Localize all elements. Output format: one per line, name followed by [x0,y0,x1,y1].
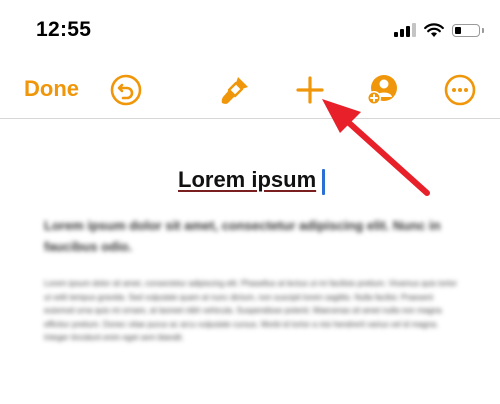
wifi-icon [424,22,444,37]
document-paragraph-2[interactable]: Lorem ipsum dolor sit amet, consectetur … [44,277,464,345]
battery-icon [452,23,484,37]
status-icons [394,20,484,40]
format-brush-icon [221,77,248,104]
format-button[interactable] [217,72,253,108]
more-button[interactable] [442,72,478,108]
collaborate-button[interactable] [364,72,400,108]
text-cursor [322,169,325,195]
document-paragraph-1[interactable]: Lorem ipsum dolor sit amet, consectetur … [44,215,464,257]
collaborate-icon [367,75,397,105]
document-title[interactable]: Lorem ipsum [178,167,316,193]
document-canvas[interactable]: Lorem ipsum Lorem ipsum dolor sit amet, … [0,119,500,404]
undo-button[interactable] [108,72,144,108]
insert-plus-icon [296,76,324,104]
insert-button[interactable] [292,72,328,108]
more-icon [444,74,476,106]
done-button[interactable]: Done [24,76,79,102]
cellular-signal-icon [394,23,416,37]
status-time: 12:55 [36,18,92,41]
status-bar: 12:55 [0,0,500,56]
toolbar: Done [0,60,500,118]
undo-icon [110,74,142,106]
